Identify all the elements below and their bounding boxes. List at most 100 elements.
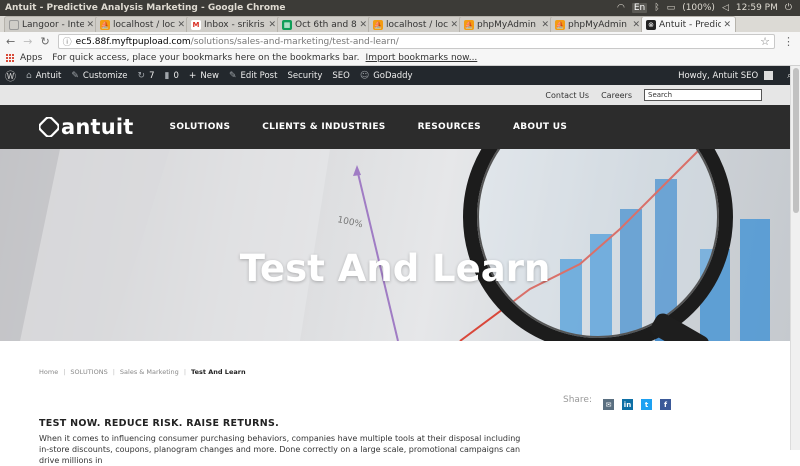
phpmyadmin-icon: ⛵ <box>555 19 565 30</box>
tab-label: Oct 6th and 8t <box>295 19 358 30</box>
close-icon[interactable]: ✕ <box>632 20 640 30</box>
linkedin-icon[interactable]: in <box>622 399 633 410</box>
wp-security-link[interactable]: Security <box>287 71 322 81</box>
breadcrumb-current: Test And Learn <box>191 368 246 376</box>
menu-icon[interactable]: ⋮ <box>783 35 794 48</box>
apps-icon[interactable] <box>6 54 14 62</box>
breadcrumb-sales-marketing[interactable]: Sales & Marketing <box>120 368 179 376</box>
share-label: Share: <box>563 395 593 405</box>
page-scrollbar[interactable] <box>790 66 800 450</box>
tab-label: phpMyAdmin <box>477 19 536 30</box>
keyboard-layout[interactable]: En <box>631 3 648 13</box>
wp-godaddy-label: GoDaddy <box>373 70 413 81</box>
nav-clients-industries[interactable]: CLIENTS & INDUSTRIES <box>262 122 385 132</box>
updates-icon: ↻ <box>137 70 146 81</box>
back-icon[interactable]: ← <box>6 35 15 48</box>
battery-icon[interactable]: ▭ <box>667 3 676 13</box>
tab-7-active[interactable]: ⊗ Antuit - Predic ✕ <box>641 16 736 32</box>
close-icon[interactable]: ✕ <box>86 20 94 30</box>
wp-godaddy-link[interactable]: ☺ GoDaddy <box>360 71 413 81</box>
contact-us-link[interactable]: Contact Us <box>545 91 589 100</box>
hero-image: 100% <box>0 149 770 341</box>
apps-link[interactable]: Apps <box>20 53 42 63</box>
tab-label: localhost / loc <box>386 19 449 30</box>
nav-solutions[interactable]: SOLUTIONS <box>170 122 231 132</box>
volume-icon[interactable]: ◁ <box>722 3 729 13</box>
close-icon[interactable]: ✕ <box>268 20 276 30</box>
antuit-logo-icon <box>39 117 59 137</box>
tab-5[interactable]: ⛵ phpMyAdmin ✕ <box>459 16 554 32</box>
wp-updates-link[interactable]: ↻ 7 <box>138 71 155 81</box>
bookmark-star-icon[interactable]: ☆ <box>760 35 770 48</box>
wp-edit-label: Edit Post <box>240 70 278 81</box>
tab-label: localhost / loc <box>113 19 176 30</box>
search-input[interactable]: Search <box>644 89 762 101</box>
search-placeholder: Search <box>648 91 673 99</box>
wp-admin-bar: Ⓦ ⌂ Antuit ✎ Customize ↻ 7 ▮ 0 + New ✎ Edit Po… <box>0 66 800 85</box>
close-icon[interactable]: ✕ <box>177 20 185 30</box>
phpmyadmin-icon: ⛵ <box>100 19 110 30</box>
sheets-icon: ▦ <box>282 19 292 30</box>
bluetooth-icon[interactable]: ᛒ <box>654 3 659 13</box>
reload-icon[interactable]: ↻ <box>40 35 49 48</box>
phpmyadmin-icon: ⛵ <box>373 19 383 30</box>
comment-icon: ▮ <box>164 70 170 81</box>
wp-comments-link[interactable]: ▮ 0 <box>164 71 178 81</box>
email-icon[interactable]: ✉ <box>603 399 614 410</box>
tab-label: Antuit - Predic <box>659 19 722 30</box>
wp-howdy[interactable]: Howdy, Antuit SEO <box>678 71 758 81</box>
tab-6[interactable]: ⛵ phpMyAdmin ✕ <box>550 16 645 32</box>
address-bar[interactable]: ⓘ ec5.88f.myftpupload.com/solutions/sale… <box>57 34 775 49</box>
url-host: ec5.88f.myftpupload.com <box>75 36 191 47</box>
logo-text: antuit <box>61 115 134 139</box>
tab-2[interactable]: M Inbox - srikris ✕ <box>186 16 281 32</box>
wp-site-label: Antuit <box>35 70 62 81</box>
tab-3[interactable]: ▦ Oct 6th and 8t ✕ <box>277 16 372 32</box>
section-heading: TEST NOW. REDUCE RISK. RAISE RETURNS. <box>39 418 280 429</box>
wordpress-icon[interactable]: Ⓦ <box>5 68 16 84</box>
breadcrumb-separator: | <box>63 368 66 376</box>
breadcrumb-home[interactable]: Home <box>39 368 58 376</box>
wp-edit-post-link[interactable]: ✎ Edit Post <box>229 71 278 81</box>
breadcrumb-separator: | <box>112 368 115 376</box>
site-logo[interactable]: antuit <box>39 115 134 139</box>
info-icon[interactable]: ⓘ <box>63 35 72 48</box>
utility-bar: Contact Us Careers Search <box>0 85 790 105</box>
close-icon[interactable]: ✕ <box>723 20 731 30</box>
brush-icon: ✎ <box>71 70 79 81</box>
facebook-icon[interactable]: f <box>660 399 671 410</box>
gmail-icon: M <box>191 19 201 30</box>
tab-strip: Langoor - Inte ✕ ⛵ localhost / loc ✕ M Inbox… <box>0 16 800 32</box>
bookmarks-bar: Apps For quick access, place your bookma… <box>0 51 800 66</box>
wp-site-link[interactable]: ⌂ Antuit <box>26 71 61 81</box>
home-icon: ⌂ <box>26 70 32 81</box>
close-icon[interactable]: ✕ <box>359 20 367 30</box>
wp-new-link[interactable]: + New <box>189 71 219 81</box>
clock[interactable]: 12:59 PM <box>736 3 778 13</box>
nav-resources[interactable]: RESOURCES <box>418 122 481 132</box>
plus-icon: + <box>188 70 197 81</box>
careers-link[interactable]: Careers <box>601 91 632 100</box>
tab-4[interactable]: ⛵ localhost / loc ✕ <box>368 16 463 32</box>
window-title: Antuit - Predictive Analysis Marketing -… <box>5 3 286 13</box>
breadcrumb-solutions[interactable]: SOLUTIONS <box>70 368 107 376</box>
page-title: Test And Learn <box>239 247 551 290</box>
import-bookmarks-link[interactable]: Import bookmarks now... <box>366 53 478 63</box>
scrollbar-thumb[interactable] <box>793 68 799 213</box>
twitter-icon[interactable]: t <box>641 399 652 410</box>
tab-1[interactable]: ⛵ localhost / loc ✕ <box>95 16 190 32</box>
wifi-icon[interactable]: ◠ <box>617 3 625 13</box>
forward-icon[interactable]: → <box>23 35 32 48</box>
avatar[interactable] <box>764 71 774 80</box>
wp-seo-link[interactable]: SEO <box>332 71 349 81</box>
nav-about-us[interactable]: ABOUT US <box>513 122 567 132</box>
close-icon[interactable]: ✕ <box>450 20 458 30</box>
breadcrumb-separator: | <box>183 368 187 376</box>
url-path: /solutions/sales-and-marketing/test-and-… <box>190 36 399 47</box>
pencil-icon: ✎ <box>228 70 237 81</box>
tab-label: Langoor - Inte <box>22 19 85 30</box>
tab-0[interactable]: Langoor - Inte ✕ <box>4 16 99 32</box>
close-icon[interactable]: ✕ <box>541 20 549 30</box>
wp-customize-link[interactable]: ✎ Customize <box>71 71 127 81</box>
power-icon[interactable]: ⏻ <box>785 3 792 13</box>
